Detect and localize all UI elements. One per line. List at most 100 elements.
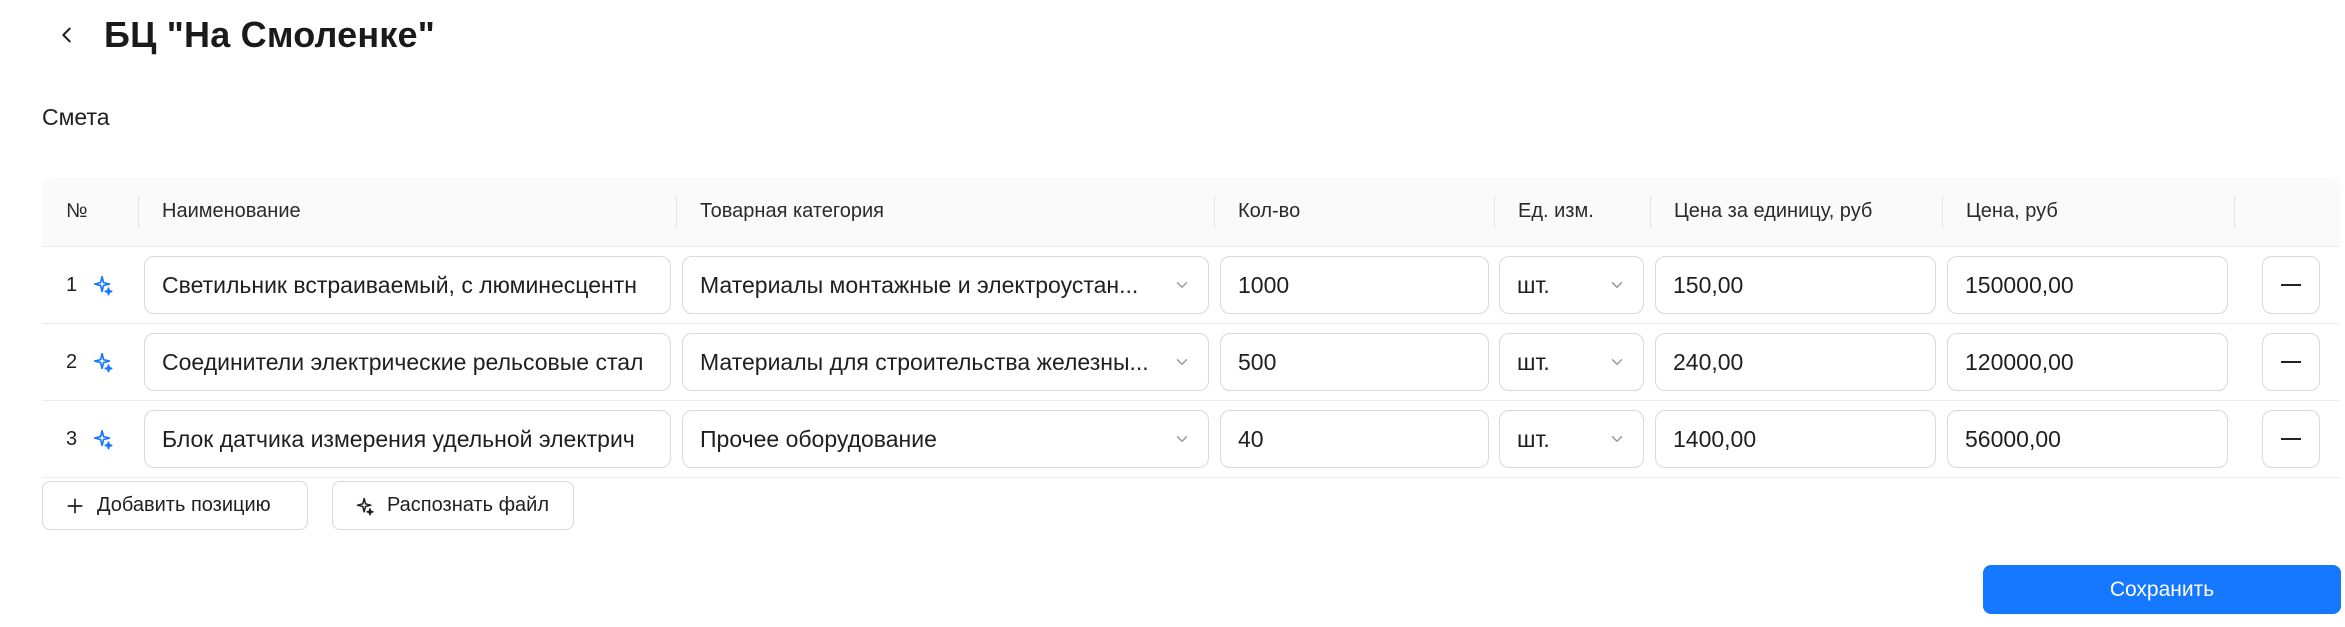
unit-price-cell: 150,00 (1650, 247, 1942, 323)
unit-cell: шт. (1494, 324, 1650, 400)
chevron-down-icon (1611, 359, 1623, 365)
unit-cell: шт. (1494, 247, 1650, 323)
total-price-value: 56000,00 (1965, 425, 2061, 452)
category-cell: Прочее оборудование (676, 401, 1214, 477)
column-header-quantity: Кол-во (1214, 177, 1494, 246)
total-price-cell: 150000,00 (1942, 247, 2234, 323)
page-title: БЦ "На Смоленке" (104, 14, 435, 55)
category-select[interactable]: Материалы для строительства железны... (682, 333, 1209, 391)
unit-price-input[interactable]: 1400,00 (1655, 410, 1936, 468)
unit-cell: шт. (1494, 401, 1650, 477)
estimate-page: БЦ "На Смоленке" Смета № Наименование То… (0, 0, 2345, 627)
sparkle-icon (355, 496, 375, 516)
row-number-cell: 1 (42, 247, 138, 323)
row-number: 3 (66, 427, 78, 450)
table-header: № Наименование Товарная категория Кол-во… (42, 177, 2340, 247)
recognize-file-label: Распознать файл (387, 494, 549, 516)
save-button[interactable]: Сохранить (1983, 565, 2341, 614)
name-cell: Блок датчика измерения удельной электрич (138, 401, 676, 477)
quantity-cell: 500 (1214, 324, 1494, 400)
name-input[interactable]: Блок датчика измерения удельной электрич (144, 410, 671, 468)
name-cell: Светильник встраиваемый, с люминесцентн (138, 247, 676, 323)
column-header-actions (2234, 177, 2340, 246)
row-number: 2 (66, 350, 78, 373)
unit-value: шт. (1517, 348, 1550, 375)
column-header-unit: Ед. изм. (1494, 177, 1650, 246)
unit-value: шт. (1517, 271, 1550, 298)
total-price-input[interactable]: 120000,00 (1947, 333, 2228, 391)
unit-price-value: 240,00 (1673, 348, 1744, 375)
table-row: 3 Блок датчика измерения удельной электр… (42, 401, 2340, 478)
minus-icon (2281, 361, 2301, 363)
unit-price-value: 1400,00 (1673, 425, 1757, 452)
remove-row-button[interactable] (2262, 333, 2320, 391)
actions-cell (2234, 401, 2340, 477)
category-value: Прочее оборудование (700, 425, 937, 452)
minus-icon (2281, 438, 2301, 440)
chevron-down-icon (1176, 436, 1188, 442)
chevron-down-icon (1611, 282, 1623, 288)
remove-row-button[interactable] (2262, 410, 2320, 468)
category-value: Материалы монтажные и электроустан... (700, 271, 1139, 298)
column-header-category: Товарная категория (676, 177, 1214, 246)
unit-price-cell: 1400,00 (1650, 401, 1942, 477)
column-header-number: № (66, 200, 88, 222)
table-row: 2 Соединители электрические рельсовые ст… (42, 324, 2340, 401)
quantity-input[interactable]: 1000 (1220, 256, 1489, 314)
total-price-value: 150000,00 (1965, 271, 2074, 298)
page-header: БЦ "На Смоленке" (42, 10, 435, 60)
table-actions: Добавить позицию Распознать файл (42, 481, 574, 530)
unit-value: шт. (1517, 425, 1550, 452)
category-select[interactable]: Материалы монтажные и электроустан... (682, 256, 1209, 314)
quantity-cell: 40 (1214, 401, 1494, 477)
unit-price-value: 150,00 (1673, 271, 1744, 298)
name-value: Светильник встраиваемый, с люминесцентн (162, 271, 637, 298)
unit-price-cell: 240,00 (1650, 324, 1942, 400)
name-input[interactable]: Соединители электрические рельсовые стал (144, 333, 671, 391)
total-price-value: 120000,00 (1965, 348, 2074, 375)
chevron-down-icon (1611, 436, 1623, 442)
name-value: Блок датчика измерения удельной электрич (162, 425, 635, 452)
quantity-cell: 1000 (1214, 247, 1494, 323)
back-button[interactable] (42, 10, 92, 60)
chevron-down-icon (1176, 282, 1188, 288)
name-input[interactable]: Светильник встраиваемый, с люминесцентн (144, 256, 671, 314)
row-number-cell: 3 (42, 401, 138, 477)
sparkle-icon[interactable] (92, 274, 114, 296)
sparkle-icon[interactable] (92, 351, 114, 373)
unit-select[interactable]: шт. (1499, 410, 1644, 468)
plus-icon (65, 496, 85, 516)
chevron-left-icon (62, 27, 71, 43)
unit-select[interactable]: шт. (1499, 256, 1644, 314)
category-select[interactable]: Прочее оборудование (682, 410, 1209, 468)
section-label: Смета (42, 104, 110, 130)
total-price-input[interactable]: 56000,00 (1947, 410, 2228, 468)
quantity-value: 1000 (1238, 271, 1290, 298)
table-row: 1 Светильник встраиваемый, с люминесцент… (42, 247, 2340, 324)
estimate-table: № Наименование Товарная категория Кол-во… (42, 177, 2340, 478)
quantity-input[interactable]: 40 (1220, 410, 1489, 468)
total-price-cell: 120000,00 (1942, 324, 2234, 400)
add-position-label: Добавить позицию (97, 494, 271, 516)
chevron-down-icon (1176, 359, 1188, 365)
category-value: Материалы для строительства железны... (700, 348, 1149, 375)
row-number-cell: 2 (42, 324, 138, 400)
category-cell: Материалы для строительства железны... (676, 324, 1214, 400)
column-header-unit-price: Цена за единицу, руб (1650, 177, 1942, 246)
sparkle-icon[interactable] (92, 428, 114, 450)
unit-select[interactable]: шт. (1499, 333, 1644, 391)
category-cell: Материалы монтажные и электроустан... (676, 247, 1214, 323)
add-position-button[interactable]: Добавить позицию (42, 481, 308, 530)
remove-row-button[interactable] (2262, 256, 2320, 314)
unit-price-input[interactable]: 240,00 (1655, 333, 1936, 391)
quantity-input[interactable]: 500 (1220, 333, 1489, 391)
total-price-cell: 56000,00 (1942, 401, 2234, 477)
total-price-input[interactable]: 150000,00 (1947, 256, 2228, 314)
name-value: Соединители электрические рельсовые стал (162, 348, 644, 375)
minus-icon (2281, 284, 2301, 286)
quantity-value: 40 (1238, 425, 1264, 452)
quantity-value: 500 (1238, 348, 1277, 375)
unit-price-input[interactable]: 150,00 (1655, 256, 1936, 314)
column-header-name: Наименование (138, 177, 676, 246)
recognize-file-button[interactable]: Распознать файл (332, 481, 574, 530)
